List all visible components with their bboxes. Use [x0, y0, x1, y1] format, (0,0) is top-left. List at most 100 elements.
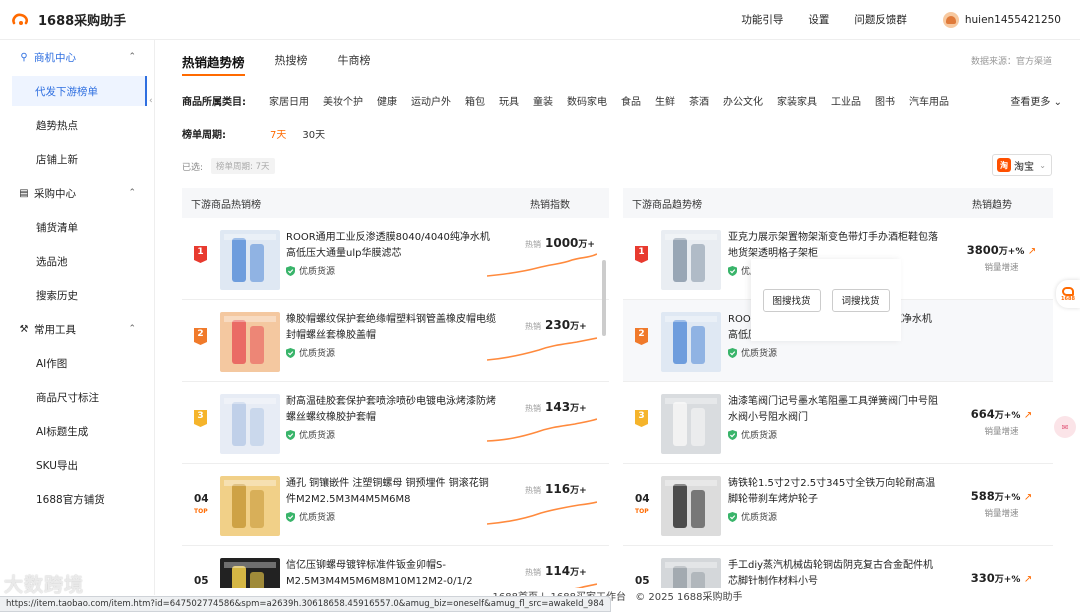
product-thumbnail[interactable] — [661, 312, 721, 372]
footer-copyright: © 2025 1688采购助手 — [635, 592, 743, 603]
keyword-search-button[interactable]: 词搜找货 — [831, 288, 890, 312]
product-title[interactable]: 亚克力展示架置物架渐变色带灯手办酒柜鞋包落地货架透明格子架柜 — [728, 230, 938, 262]
product-title[interactable]: 油漆笔阀门记号墨水笔阻墨工具弹簧阀门中号阻水阀小号阻水阀门 — [728, 394, 938, 426]
category-item[interactable]: 美妆个护 — [323, 93, 363, 108]
panel-column-label: 热销指数 — [530, 199, 570, 211]
product-thumbnail[interactable] — [661, 230, 721, 290]
sidebar-item-official-listing[interactable]: 1688官方铺货 — [0, 482, 154, 516]
selected-chip[interactable]: 榜单周期: 7天 — [211, 158, 275, 174]
user-menu[interactable]: huien1455421250 — [942, 11, 1061, 28]
table-row[interactable]: 3 油漆笔阀门记号墨水笔阻墨工具弹簧阀门中号阻水阀小号阻水阀门 优质货源 664… — [623, 382, 1053, 464]
product-thumbnail[interactable] — [220, 230, 280, 290]
float-1688-button[interactable]: 1688 — [1056, 280, 1080, 308]
sidebar-item-listing[interactable]: 铺货清单 — [0, 210, 154, 244]
product-thumbnail[interactable] — [661, 394, 721, 454]
table-row[interactable]: 04 TOP 铸铁轮1.5寸2寸2.5寸345寸全铁万向轮耐高温脚轮带刹车烤炉轮子… — [623, 464, 1053, 546]
tab-hot-search[interactable]: 热搜榜 — [275, 52, 308, 72]
category-item[interactable]: 食品 — [621, 93, 641, 108]
nav-guide[interactable]: 功能引导 — [741, 12, 783, 27]
category-item[interactable]: 运动户外 — [411, 93, 451, 108]
shield-check-icon — [286, 511, 295, 522]
scrollbar[interactable] — [602, 260, 606, 336]
sidebar-item-downstream-rank[interactable]: 代发下游榜单 — [12, 76, 147, 106]
trend-unit: 万+% — [994, 411, 1021, 421]
trend-up-icon: ↗ — [1023, 410, 1033, 421]
trend-sub-label: 销量增速 — [984, 427, 1019, 437]
category-item[interactable]: 健康 — [377, 93, 397, 108]
nav-feedback-group[interactable]: 问题反馈群 — [854, 12, 907, 27]
product-title[interactable]: 信亿压铆螺母镀锌标准件钣金卯帽S-M2.5M3M4M5M6M8M10M12M2-… — [286, 558, 496, 590]
product-title[interactable]: 铸铁轮1.5寸2寸2.5寸345寸全铁万向轮耐高温脚轮带刹车烤炉轮子 — [728, 476, 938, 508]
trend-up-icon: ↗ — [1027, 246, 1037, 257]
category-item[interactable]: 茶酒 — [689, 93, 709, 108]
category-item[interactable]: 图书 — [875, 93, 895, 108]
metric-value: 114 — [545, 564, 571, 578]
hot-sales-metric: 热销 116万+ — [525, 482, 587, 496]
category-item[interactable]: 汽车用品 — [909, 93, 949, 108]
chevron-up-icon: ⌃ — [128, 52, 136, 62]
sidebar: ⚲ 商机中心 ⌃ 代发下游榜单 趋势热点 店铺上新 ▤ 采购中心 ⌃ 铺货清单 … — [0, 40, 155, 595]
product-thumbnail[interactable] — [220, 312, 280, 372]
sparkline — [487, 501, 597, 525]
category-filter: 商品所属类目: 家居日用 美妆个护 健康 运动户外 箱包 玩具 童装 数码家电 … — [182, 93, 1062, 108]
table-row[interactable]: 3 耐高温硅胶套保护套喷涂喷砂电镀电泳烤漆防烤螺丝螺纹橡胶护套帽 优质货源 热销… — [182, 382, 609, 464]
product-thumbnail[interactable] — [220, 394, 280, 454]
sidebar-item-ai-image[interactable]: AI作图 — [0, 346, 154, 380]
rank-number: 2 — [197, 329, 204, 339]
trend-sub-label: 销量增速 — [984, 509, 1019, 519]
category-item[interactable]: 家居日用 — [269, 93, 309, 108]
category-item[interactable]: 办公文化 — [723, 93, 763, 108]
app-logo[interactable]: 1688采购助手 — [10, 10, 126, 29]
sparkline-path — [487, 501, 597, 525]
sidebar-item-trend-hot[interactable]: 趋势热点 — [0, 108, 154, 142]
category-more-button[interactable]: 查看更多 ⌄ — [1000, 93, 1062, 108]
table-row[interactable]: 1 ROOR通用工业反渗透膜8040/4040纯净水机高低压大通量ulp华膜滤芯… — [182, 218, 609, 300]
sparkline-path — [487, 253, 597, 277]
category-item[interactable]: 家装家具 — [777, 93, 817, 108]
trend-unit: 万+% — [994, 575, 1021, 585]
nav-settings[interactable]: 设置 — [808, 12, 829, 27]
sidebar-item-shop-new[interactable]: 店铺上新 — [0, 142, 154, 176]
panel-title: 下游商品热销榜 — [191, 199, 261, 211]
shield-check-icon — [286, 265, 295, 276]
float-1688-label: 1688 — [1061, 295, 1075, 302]
main-content: 热销趋势榜 热搜榜 牛商榜 数据来源：官方渠道 商品所属类目: 家居日用 美妆个… — [155, 40, 1080, 595]
table-row[interactable]: 04 TOP 通孔 铜镶嵌件 注塑铜螺母 铜预埋件 铜滚花铜件M2M2.5M3M4… — [182, 464, 609, 546]
category-item[interactable]: 箱包 — [465, 93, 485, 108]
product-thumbnail[interactable] — [220, 476, 280, 536]
sidebar-item-product-pool[interactable]: 选品池 — [0, 244, 154, 278]
period-30d[interactable]: 30天 — [302, 126, 325, 141]
rank-number: 3 — [197, 411, 204, 421]
metric-label: 热销 — [525, 322, 541, 331]
period-7d[interactable]: 7天 — [270, 126, 286, 141]
sidebar-item-sku-export[interactable]: SKU导出 — [0, 448, 154, 482]
table-row[interactable]: 2 橡胶帽螺纹保护套绝缘帽塑料钢管盖橡皮帽电缆封帽螺丝套橡胶盖帽 优质货源 热销… — [182, 300, 609, 382]
category-item[interactable]: 玩具 — [499, 93, 519, 108]
image-search-button[interactable]: 图搜找货 — [762, 288, 821, 312]
product-title[interactable]: 耐高温硅胶套保护套喷涂喷砂电镀电泳烤漆防烤螺丝螺纹橡胶护套帽 — [286, 394, 496, 426]
sidebar-group-opportunity[interactable]: ⚲ 商机中心 ⌃ — [0, 40, 154, 74]
category-item[interactable]: 数码家电 — [567, 93, 607, 108]
sidebar-item-size-label[interactable]: 商品尺寸标注 — [0, 380, 154, 414]
quality-badge: 优质货源 — [286, 264, 335, 277]
sidebar-item-search-history[interactable]: 搜索历史 — [0, 278, 154, 312]
product-thumbnail[interactable] — [661, 476, 721, 536]
top-header: 1688采购助手 功能引导 设置 问题反馈群 huien1455421250 — [0, 0, 1080, 40]
product-title[interactable]: 手工diy蒸汽机械齿轮铜齿阴克复古合金配件机芯脚针制作材料小号 — [728, 558, 938, 590]
product-title[interactable]: 通孔 铜镶嵌件 注塑铜螺母 铜预埋件 铜滚花铜件M2M2.5M3M4M5M6M8 — [286, 476, 496, 508]
product-title[interactable]: ROOR通用工业反渗透膜8040/4040纯净水机高低压大通量ulp华膜滤芯 — [286, 230, 496, 262]
sidebar-group-purchase[interactable]: ▤ 采购中心 ⌃ — [0, 176, 154, 210]
quality-badge: 优质货源 — [286, 428, 335, 441]
tab-hot-trend[interactable]: 热销趋势榜 — [182, 52, 245, 76]
category-item[interactable]: 童装 — [533, 93, 553, 108]
category-item[interactable]: 工业品 — [831, 93, 861, 108]
sidebar-item-ai-title[interactable]: AI标题生成 — [0, 414, 154, 448]
float-chat-icon[interactable]: ✉ — [1054, 416, 1076, 438]
product-title[interactable]: 橡胶帽螺纹保护套绝缘帽塑料钢管盖橡皮帽电缆封帽螺丝套橡胶盖帽 — [286, 312, 496, 344]
selected-label: 已选: — [182, 162, 204, 173]
sidebar-group-tools[interactable]: ⚒ 常用工具 ⌃ — [0, 312, 154, 346]
tab-top-merchant[interactable]: 牛商榜 — [338, 52, 371, 72]
category-item[interactable]: 生鲜 — [655, 93, 675, 108]
sparkline — [487, 253, 597, 277]
platform-select[interactable]: 淘 淘宝 ⌄ — [992, 154, 1052, 176]
